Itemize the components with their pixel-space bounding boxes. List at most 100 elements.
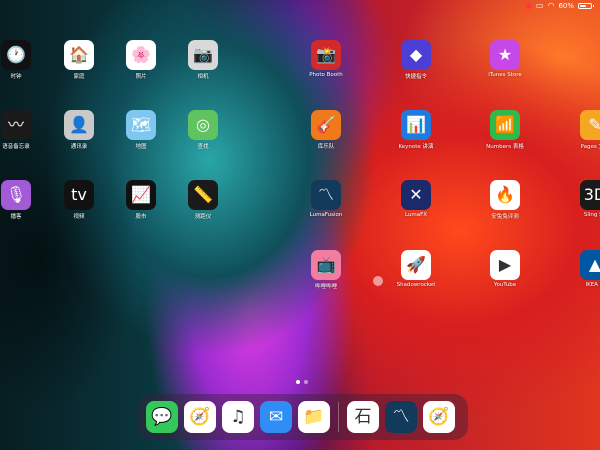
app-label: iTunes Store — [488, 72, 522, 78]
app-lumafx[interactable]: ✕ LumaFX — [386, 180, 446, 218]
maps-icon: 🗺 — [126, 110, 156, 140]
page-dot[interactable] — [304, 380, 308, 384]
app-label: Numbers 表格 — [486, 144, 524, 150]
photos-icon: 🌸 — [126, 40, 156, 70]
dock: 💬 🧭 ♫ ✉ 📁 石〽 🧭 — [138, 394, 468, 440]
lumafusion-icon[interactable]: 〽 — [385, 401, 417, 433]
ikea-icon: ▲ — [580, 250, 600, 280]
app-find-my[interactable]: ◎ 查找 — [173, 110, 233, 150]
bilibili-icon: 📺 — [311, 250, 341, 280]
app-label: 播客 — [10, 214, 22, 220]
mail-icon[interactable]: ✉ — [260, 401, 292, 433]
app-label: 相机 — [197, 74, 209, 80]
app-voice-memos[interactable]: 〰语音备忘录 — [0, 110, 46, 150]
lumafx-icon: ✕ — [401, 180, 431, 210]
shortcuts-icon: ◆ — [401, 40, 431, 70]
app-label: Photo Booth — [309, 72, 343, 78]
app-label: 时钟 — [10, 74, 22, 80]
app-label: 语音备忘录 — [2, 144, 30, 150]
page-indicator[interactable] — [296, 380, 308, 384]
app-camera[interactable]: 📷 相机 — [173, 40, 233, 80]
app-bilibili[interactable]: 📺 哔哩哔哩 — [296, 250, 356, 290]
app-shadowrocket[interactable]: 🚀 Shadowrocket — [386, 250, 446, 288]
app-podcasts[interactable]: 🎙 播客 — [0, 180, 46, 220]
app-stocks[interactable]: 📈 股市 — [111, 180, 171, 220]
clock-icon: 🕐 — [1, 40, 31, 70]
3dmark-icon: 3D — [580, 180, 600, 210]
app-contacts[interactable]: 👤 通讯录 — [49, 110, 109, 150]
safari-icon[interactable]: 🧭 — [423, 401, 455, 433]
app-shortcuts[interactable]: ◆ 快捷指令 — [386, 40, 446, 80]
app-label: 家庭 — [73, 74, 85, 80]
app-label: IKEA Pl — [585, 282, 600, 288]
pages-icon: ✎ — [580, 110, 600, 140]
app-label: Keynote 讲演 — [398, 144, 434, 150]
assistive-touch-button[interactable] — [373, 276, 383, 286]
guitar-icon: 🎸 — [311, 110, 341, 140]
dock-separator — [338, 402, 339, 432]
app-3dmark[interactable]: 3D Sling Sh — [565, 180, 600, 218]
photo-booth-icon: 📸 — [311, 40, 341, 70]
app-antutu[interactable]: 🔥 安兔兔评测 — [475, 180, 535, 220]
app-photos[interactable]: 🌸 照片 — [111, 40, 171, 80]
home-screen: ● ▭ ◠ 60% 🕐 时钟 🏠 家庭 🌸 照片 📷 相机〰语音备忘录 👤 通讯录 🗺 地图 ◎ 查找 🎙 播… — [0, 0, 600, 450]
camera-icon: 📷 — [188, 40, 218, 70]
app-label: 通讯录 — [70, 144, 88, 150]
lumafusion-icon: 〽 — [311, 180, 341, 210]
record-icon: ● — [524, 1, 532, 10]
page-dot[interactable] — [296, 380, 300, 384]
app-tv[interactable]: tv 视频 — [49, 180, 109, 220]
app-itunes-store[interactable]: ★ iTunes Store — [475, 40, 535, 78]
app-label: 地图 — [135, 144, 147, 150]
app-label: YouTube — [493, 282, 517, 288]
app-pages[interactable]: ✎ Pages 文稿 — [565, 110, 600, 150]
star-icon: ★ — [490, 40, 520, 70]
contacts-icon: 👤 — [64, 110, 94, 140]
app-garageband[interactable]: 🎸 库乐队 — [296, 110, 356, 150]
podcasts-icon: 🎙 — [1, 180, 31, 210]
app-photo-booth[interactable]: 📸 Photo Booth — [296, 40, 356, 78]
app-label: 股市 — [135, 214, 147, 220]
app-youtube[interactable]: ▶ YouTube — [475, 250, 535, 288]
app-home[interactable]: 🏠 家庭 — [49, 40, 109, 80]
youtube-icon: ▶ — [490, 250, 520, 280]
app-keynote[interactable]: 📊 Keynote 讲演 — [386, 110, 446, 150]
app-lumafusion[interactable]: 〽 LumaFusion — [296, 180, 356, 218]
messages-icon[interactable]: 💬 — [146, 401, 178, 433]
app-label: 快捷指令 — [404, 74, 427, 80]
wifi-icon: ◠ — [547, 1, 555, 10]
app-label: Pages 文稿 — [580, 144, 600, 150]
battery-icon — [578, 3, 594, 9]
app-label: 测距仪 — [194, 214, 212, 220]
numbers-icon: 📶 — [490, 110, 520, 140]
app-numbers[interactable]: 📶 Numbers 表格 — [475, 110, 535, 150]
rocket-icon: 🚀 — [401, 250, 431, 280]
screen-mirror-icon: ▭ — [535, 1, 544, 10]
waveform-icon: 〰 — [1, 110, 31, 140]
app-label: 安兔兔评测 — [491, 214, 519, 220]
ruler-icon: 📏 — [188, 180, 218, 210]
stone-dictionary-icon[interactable]: 石 — [347, 401, 379, 433]
app-maps[interactable]: 🗺 地图 — [111, 110, 171, 150]
safari-icon[interactable]: 🧭 — [184, 401, 216, 433]
app-measure[interactable]: 📏 测距仪 — [173, 180, 233, 220]
app-label: 库乐队 — [317, 144, 335, 150]
app-label: Shadowrocket — [396, 282, 436, 288]
app-label: 视频 — [73, 214, 85, 220]
app-label: 照片 — [135, 74, 147, 80]
battery-percent: 60% — [558, 2, 574, 10]
app-label: 哔哩哔哩 — [314, 284, 337, 290]
stocks-icon: 📈 — [126, 180, 156, 210]
house-icon: 🏠 — [64, 40, 94, 70]
folder-icon[interactable]: 📁 — [298, 401, 330, 433]
app-label: LumaFusion — [309, 212, 343, 218]
app-ikea[interactable]: ▲ IKEA Pl — [565, 250, 600, 288]
app-clock[interactable]: 🕐 时钟 — [0, 40, 46, 80]
find-my-icon: ◎ — [188, 110, 218, 140]
music-icon[interactable]: ♫ — [222, 401, 254, 433]
app-label: 查找 — [197, 144, 209, 150]
app-label: LumaFX — [404, 212, 428, 218]
status-bar: ● ▭ ◠ 60% — [524, 0, 594, 12]
antutu-icon: 🔥 — [490, 180, 520, 210]
apple-tv-icon: tv — [64, 180, 94, 210]
